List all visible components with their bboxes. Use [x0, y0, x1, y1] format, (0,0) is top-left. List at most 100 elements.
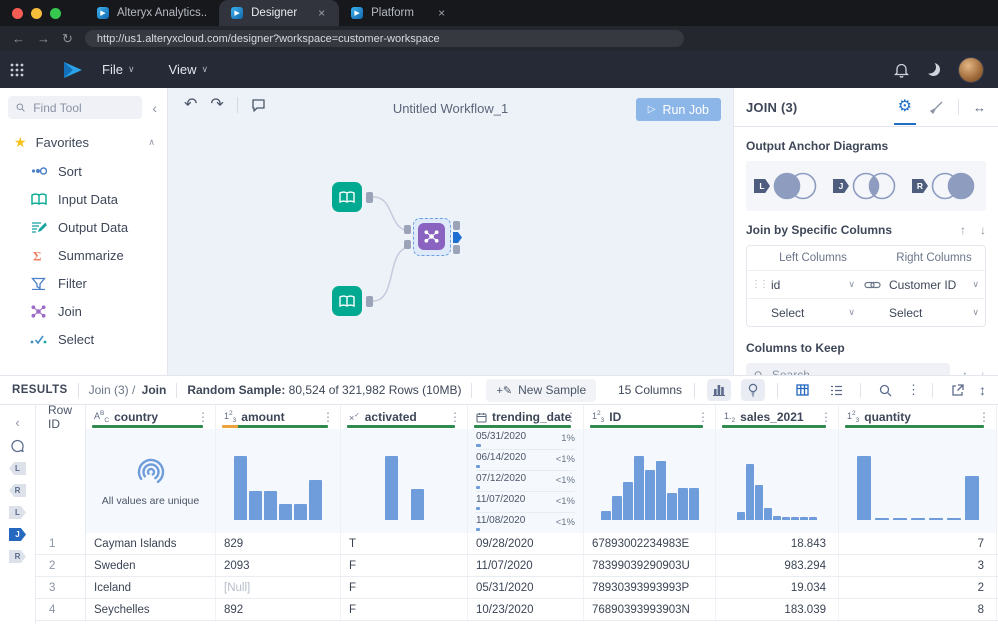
right-column-select[interactable]: Customer ID∨ [887, 278, 981, 292]
venn-R-anchor[interactable]: R [912, 169, 978, 203]
collapse-sidebar-icon[interactable]: ‹ [148, 100, 161, 116]
settings-gear-icon[interactable]: ⚙ [894, 90, 916, 125]
browser-tab[interactable]: ▶Platform× [339, 0, 459, 26]
anchor-tab-R[interactable]: R [9, 484, 26, 497]
column-header-activated[interactable]: ×✓activated⋮ [341, 405, 468, 429]
browser-tab[interactable]: ▶Designer× [219, 0, 339, 26]
sidebar-tool-filter[interactable]: Filter [0, 269, 167, 297]
comments-icon[interactable] [10, 439, 25, 453]
anchor-tab-L[interactable]: L [9, 506, 26, 519]
anchor-tab-J[interactable]: J [9, 528, 26, 541]
column-header-ID[interactable]: 123ID⋮ [584, 405, 716, 429]
back-icon[interactable]: ← [12, 32, 25, 45]
sidebar-tool-input-data[interactable]: Input Data [0, 185, 167, 213]
anchor-tab-L[interactable]: L [9, 462, 26, 475]
favorites-section-header[interactable]: ★ Favorites ∧ [0, 125, 167, 157]
histogram[interactable] [584, 456, 715, 520]
view-menu[interactable]: View ∨ [169, 62, 209, 77]
table-row[interactable]: 2Sweden2093F11/07/202078399039290903U983… [36, 555, 998, 577]
forward-icon[interactable]: → [37, 32, 50, 45]
drag-handle-icon[interactable]: ⋮⋮ [749, 279, 769, 290]
table-row[interactable]: 1Cayman Islands829T09/28/202067893002234… [36, 533, 998, 555]
join-node-selection[interactable] [413, 218, 451, 256]
results-panel: ‹ LRLJR Row IDABCcountry⋮123amount⋮×✓act… [0, 405, 998, 624]
more-options-icon[interactable]: ⋮ [907, 382, 920, 398]
find-tool-search[interactable] [8, 96, 142, 119]
join-R-output-anchor[interactable] [453, 245, 460, 254]
alteryx-logo-icon[interactable] [62, 61, 84, 79]
sidebar-tool-output-data[interactable]: Output Data [0, 213, 167, 241]
minimize-window-button[interactable] [31, 8, 42, 19]
file-menu[interactable]: File ∨ [102, 62, 135, 77]
column-menu-icon[interactable]: ⋮ [565, 410, 577, 424]
maximize-window-button[interactable] [50, 8, 61, 19]
column-header-amount[interactable]: 123amount⋮ [216, 405, 341, 429]
chevron-down-icon: ∨ [972, 307, 979, 318]
sidebar-tool-join[interactable]: Join [0, 297, 167, 325]
column-header-sales_2021[interactable]: 1.2sales_2021⋮ [716, 405, 839, 429]
input-data-node-1[interactable] [332, 182, 362, 212]
collapse-up-icon[interactable]: ↑ [960, 223, 966, 237]
address-bar[interactable]: http://us1.alteryxcloud.com/designer?wor… [85, 30, 684, 47]
date-frequency-entry: 11/08/2020<1% [476, 513, 575, 533]
sidebar-tool-summarize[interactable]: ΣSummarize [0, 241, 167, 269]
column-header-quantity[interactable]: 123quantity⋮ [839, 405, 997, 429]
left-column-select[interactable]: id∨ [769, 278, 857, 292]
list-view-toggle[interactable] [824, 379, 848, 401]
app-grid-icon[interactable] [10, 63, 24, 77]
right-column-select[interactable]: Select∨ [887, 306, 981, 320]
collapse-down-icon[interactable]: ↓ [980, 223, 986, 237]
table-row[interactable]: 4Seychelles892F10/23/202076890393993903N… [36, 599, 998, 621]
join-left-input-anchor[interactable] [404, 225, 411, 234]
join-node[interactable] [418, 223, 445, 250]
venn-J-anchor[interactable]: J [833, 169, 899, 203]
refresh-icon[interactable]: ↻ [62, 32, 73, 45]
close-window-button[interactable] [12, 8, 23, 19]
quality-bar [722, 425, 826, 428]
workflow-canvas[interactable]: ↶ ↷ Untitled Workflow_1 ▷ Run Job [168, 88, 733, 375]
collapse-rail-icon[interactable]: ‹ [15, 415, 19, 430]
join-L-output-anchor[interactable] [453, 221, 460, 230]
column-menu-icon[interactable]: ⋮ [978, 410, 990, 424]
open-in-new-icon[interactable] [945, 379, 969, 401]
table-row[interactable]: 3Iceland[Null]F05/31/202078930393993993P… [36, 577, 998, 599]
notifications-bell-icon[interactable] [894, 62, 909, 78]
resize-panel-icon[interactable]: ↕ [979, 382, 986, 398]
histogram[interactable] [716, 464, 838, 520]
column-menu-icon[interactable]: ⋮ [697, 410, 709, 424]
venn-L-anchor[interactable]: L [754, 169, 820, 203]
grid-view-toggle[interactable] [790, 379, 814, 401]
column-menu-icon[interactable]: ⋮ [820, 410, 832, 424]
sidebar-tool-select[interactable]: Select [0, 325, 167, 353]
join-right-input-anchor[interactable] [404, 240, 411, 249]
dark-mode-moon-icon[interactable] [927, 63, 940, 76]
column-header-trending_date[interactable]: trending_date⋮ [468, 405, 584, 429]
input-data-node-2[interactable] [332, 286, 362, 316]
column-header-country[interactable]: ABCcountry⋮ [86, 405, 216, 429]
profile-histogram-toggle[interactable] [707, 379, 731, 401]
app-window: ▶Alteryx Analytics..▶Designer×▶Platform×… [0, 0, 998, 624]
date-frequency-list[interactable]: 05/31/20201%06/14/2020<1%07/12/2020<1%11… [476, 429, 575, 533]
column-menu-icon[interactable]: ⋮ [449, 410, 461, 424]
histogram[interactable] [839, 456, 996, 520]
user-avatar[interactable] [958, 57, 984, 83]
new-sample-button[interactable]: +✎ New Sample [486, 379, 596, 402]
interactive-brush-icon[interactable] [930, 100, 944, 114]
column-menu-icon[interactable]: ⋮ [197, 410, 209, 424]
sidebar-tool-sort[interactable]: Sort [0, 157, 167, 185]
anchor-tab-R[interactable]: R [9, 550, 26, 563]
search-results-button[interactable] [873, 379, 897, 401]
suggestions-bulb-toggle[interactable] [741, 379, 765, 401]
expand-panel-icon[interactable]: ↔ [973, 100, 986, 115]
histogram[interactable] [216, 456, 340, 520]
browser-tab[interactable]: ▶Alteryx Analytics.. [85, 0, 219, 26]
left-column-select[interactable]: Select∨ [769, 306, 857, 320]
output-anchor-stub[interactable] [366, 192, 373, 203]
results-breadcrumb[interactable]: Join (3) / Join [89, 383, 167, 397]
tab-close-icon[interactable]: × [436, 6, 447, 20]
output-anchor-stub[interactable] [366, 296, 373, 307]
histogram[interactable] [341, 456, 467, 520]
column-menu-icon[interactable]: ⋮ [322, 410, 334, 424]
tab-close-icon[interactable]: × [316, 6, 327, 20]
find-tool-input[interactable] [31, 100, 134, 116]
